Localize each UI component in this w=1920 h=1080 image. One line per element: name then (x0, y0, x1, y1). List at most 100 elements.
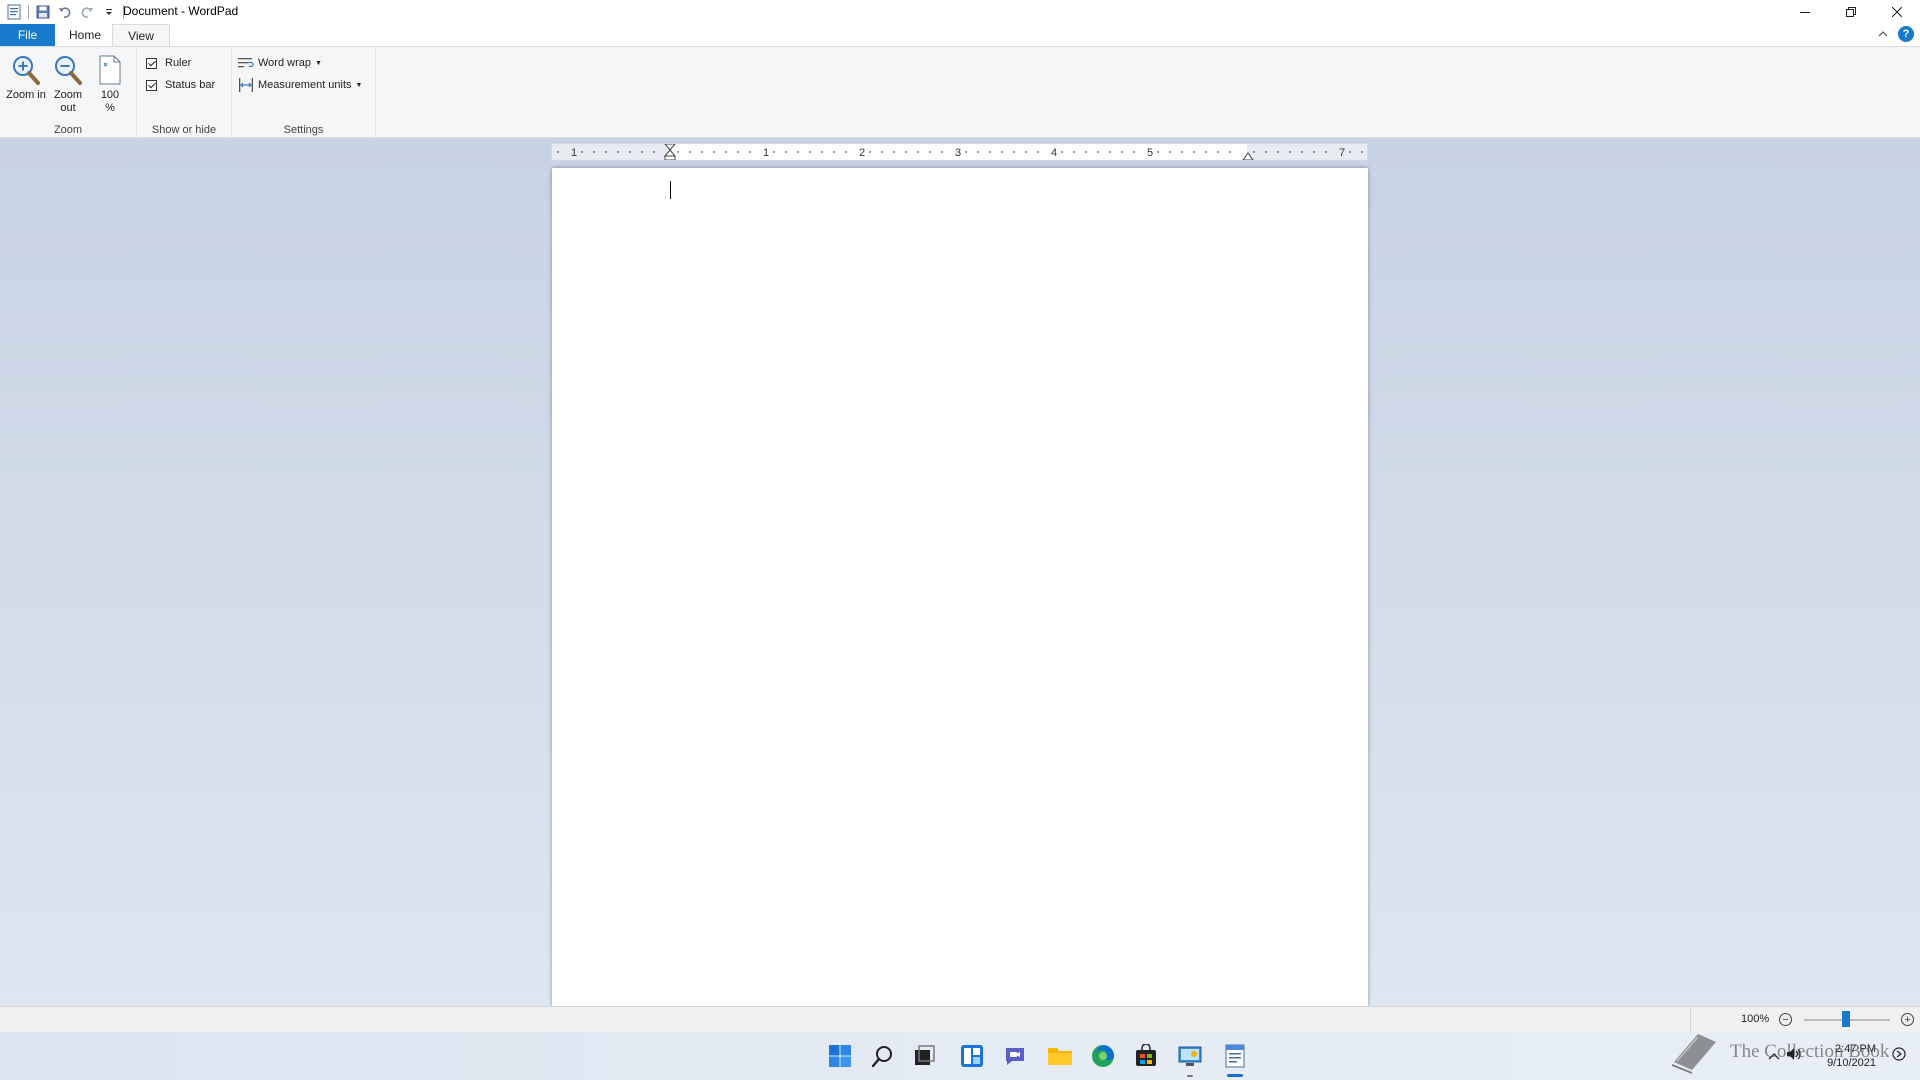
ruler-tick (653, 151, 655, 153)
ruler-tick (725, 151, 727, 153)
ruler-tick (1265, 151, 1267, 153)
edge-icon[interactable] (1089, 1042, 1117, 1070)
measurement-units-button[interactable]: Measurement units ▼ (238, 78, 362, 92)
file-explorer-icon[interactable] (1046, 1042, 1074, 1070)
help-icon[interactable]: ? (1898, 26, 1914, 42)
ruler-tick (1217, 151, 1219, 153)
control-panel-running-indicator (1187, 1075, 1193, 1077)
ruler-tick (881, 151, 883, 153)
title-bar: Document - WordPad (0, 0, 1920, 24)
ruler-checkbox[interactable]: Ruler (146, 57, 191, 69)
ruler-tick (1301, 151, 1303, 153)
zoom-group: Zoom in Zoom out 100 % Zoom (0, 47, 137, 139)
text-cursor (670, 181, 671, 199)
ruler-tick (845, 151, 847, 153)
ruler-tick (1313, 151, 1315, 153)
horizontal-ruler[interactable]: 1 1 2 3 4 5 7 (551, 143, 1368, 161)
status-bar-checkbox-label: Status bar (165, 79, 216, 91)
status-bar: 100% − + (0, 1006, 1920, 1033)
ruler-tick (1277, 151, 1279, 153)
zoom-in-button[interactable]: Zoom in (6, 53, 46, 102)
wordpad-active-indicator (1227, 1074, 1243, 1077)
close-button[interactable] (1874, 0, 1920, 24)
widgets-icon[interactable] (958, 1042, 986, 1070)
task-view-icon[interactable] (911, 1042, 939, 1070)
zoom-in-status-button[interactable]: + (1901, 1013, 1914, 1026)
show-hide-group-label: Show or hide (151, 124, 217, 136)
ruler-tick (557, 151, 559, 153)
watermark: The Collection Book (1668, 1028, 1889, 1076)
ruler-tick (1073, 151, 1075, 153)
undo-icon[interactable] (57, 4, 73, 20)
tab-view[interactable]: View (112, 24, 170, 46)
ruler-tick (1169, 151, 1171, 153)
page-100-icon (90, 53, 130, 87)
ruler-tick (929, 151, 931, 153)
status-bar-checkbox-box[interactable] (146, 79, 157, 91)
tab-file[interactable]: File (0, 24, 55, 46)
ruler-tick (1325, 151, 1327, 153)
customize-qat-icon[interactable] (101, 4, 117, 20)
control-panel-icon[interactable] (1176, 1042, 1204, 1070)
ruler-number: 2 (859, 147, 865, 159)
store-icon[interactable] (1132, 1042, 1160, 1070)
ruler-tick (1193, 151, 1195, 153)
ruler-checkbox-box[interactable] (146, 57, 157, 69)
ruler-tick (1001, 151, 1003, 153)
right-indent-marker[interactable] (1242, 152, 1254, 160)
word-wrap-button[interactable]: Word wrap ▼ (238, 56, 322, 70)
save-icon[interactable] (35, 4, 51, 20)
tab-home[interactable]: Home (58, 24, 112, 46)
ruler-tick (797, 151, 799, 153)
wordpad-app-icon[interactable] (6, 4, 22, 20)
zoom-out-status-button[interactable]: − (1779, 1013, 1792, 1026)
collapse-ribbon-icon[interactable] (1878, 27, 1888, 41)
ruler-tick (1253, 151, 1255, 153)
ribbon-right-controls: ? (1878, 26, 1914, 42)
ribbon: Zoom in Zoom out 100 % Zoom Show or hide… (0, 46, 1920, 139)
ruler-tick (1289, 151, 1291, 153)
book-icon (1672, 1034, 1716, 1074)
wordpad-icon[interactable] (1221, 1042, 1249, 1070)
settings-group-label: Settings (283, 124, 324, 136)
ruler-tick (1085, 151, 1087, 153)
zoom-group-label: Zoom (53, 124, 83, 136)
restore-button[interactable] (1828, 0, 1874, 24)
ruler-tick (1133, 151, 1135, 153)
zoom-out-button[interactable]: Zoom out (48, 53, 88, 115)
ruler-checkbox-label: Ruler (165, 57, 192, 69)
start-icon[interactable] (826, 1042, 854, 1070)
zoom-out-label: Zoom out (53, 89, 83, 114)
measurement-units-icon (238, 78, 254, 92)
document-page[interactable] (552, 168, 1368, 1006)
notification-icon[interactable] (1892, 1047, 1906, 1064)
ruler-tick (617, 151, 619, 153)
ruler-tick (1181, 151, 1183, 153)
ruler-tick (1025, 151, 1027, 153)
ruler-tick (581, 151, 583, 153)
ruler-number: 4 (1051, 147, 1057, 159)
search-icon[interactable] (869, 1042, 897, 1070)
ruler-tick (1229, 151, 1231, 153)
status-bar-checkbox[interactable]: Status bar (146, 79, 215, 91)
ruler-tick (941, 151, 943, 153)
zoom-in-icon (6, 53, 46, 87)
ruler-tick (701, 151, 703, 153)
ruler-tick (629, 151, 631, 153)
ruler-tick (1097, 151, 1099, 153)
ruler-tick (749, 151, 751, 153)
ruler-number: 1 (571, 147, 577, 159)
first-line-indent-marker[interactable] (663, 144, 677, 160)
ruler-number: 1 (763, 147, 769, 159)
minimize-button[interactable] (1782, 0, 1828, 24)
redo-icon[interactable] (79, 4, 95, 20)
zoom-slider-thumb[interactable] (1842, 1011, 1850, 1027)
chevron-down-icon: ▼ (314, 59, 322, 67)
ruler-tick (593, 151, 595, 153)
window-title: Document - WordPad (123, 4, 239, 18)
chat-icon[interactable] (1001, 1042, 1029, 1070)
ruler-number: 5 (1147, 147, 1153, 159)
ruler-tick (713, 151, 715, 153)
ruler-tick (605, 151, 607, 153)
zoom-100-button[interactable]: 100 % (90, 53, 130, 115)
